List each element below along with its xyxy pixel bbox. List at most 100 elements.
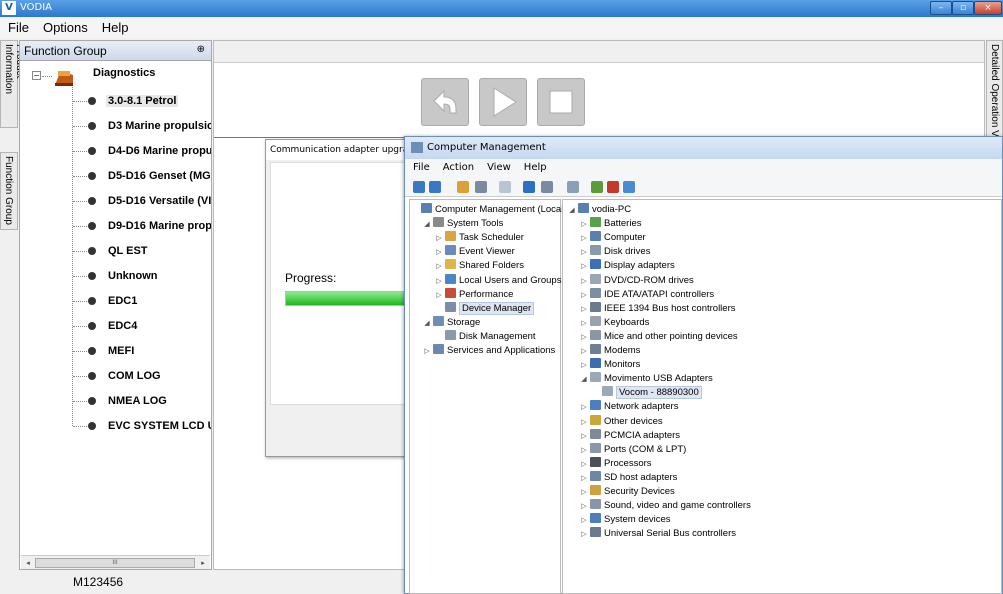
enable-device-icon[interactable] — [623, 181, 635, 193]
function-group-item[interactable]: MEFI — [20, 340, 211, 365]
tree-item[interactable]: ▷ Sound, video and game controllers — [579, 499, 751, 513]
expander-icon[interactable]: ▷ — [579, 260, 589, 274]
vodia-title-bar[interactable]: V VODIA – ▫ × — [0, 0, 1003, 17]
forward-icon[interactable] — [429, 181, 441, 193]
expander-icon[interactable]: ▷ — [579, 500, 589, 514]
properties-icon[interactable] — [499, 181, 511, 193]
function-group-item[interactable]: NMEA LOG — [20, 390, 211, 415]
tree-item[interactable]: ▷ Network adapters — [579, 400, 678, 414]
function-group-item[interactable]: D5-D16 Genset (MG — [20, 165, 211, 190]
expander-icon[interactable]: ▷ — [579, 486, 589, 500]
function-group-item[interactable]: EVC SYSTEM LCD U — [20, 415, 211, 440]
scroll-right-icon[interactable]: ▸ — [197, 557, 209, 569]
tree-item[interactable]: Vocom - 88890300 — [591, 386, 702, 400]
tree-item[interactable]: Disk Management — [434, 329, 536, 344]
expander-icon[interactable]: ▷ — [579, 528, 589, 542]
function-group-item[interactable]: COM LOG — [20, 365, 211, 390]
tree-item[interactable]: Computer Management (Local — [410, 203, 563, 217]
expander-icon[interactable]: ▷ — [579, 359, 589, 373]
tree-item[interactable]: ▷ Services and Applications — [422, 344, 555, 358]
tree-item[interactable]: ▷ Other devices — [579, 414, 663, 430]
tab-function-group[interactable]: Function Group — [0, 152, 18, 230]
computer-management-window[interactable]: Computer Management File Action View Help C… — [404, 136, 1003, 594]
expander-icon[interactable]: ▷ — [579, 232, 589, 246]
expander-icon[interactable]: ▷ — [579, 303, 589, 317]
tree-item[interactable]: ▷ Security Devices — [579, 485, 675, 499]
cm-menu-file[interactable]: File — [405, 159, 435, 173]
function-group-item[interactable]: EDC1 — [20, 290, 211, 315]
tree-item[interactable]: ▷ Batteries — [579, 217, 642, 231]
expander-icon[interactable]: ▷ — [579, 430, 589, 444]
menu-file[interactable]: File — [0, 18, 35, 35]
tree-item[interactable]: ▷ Task Scheduler — [434, 231, 524, 245]
expander-icon[interactable]: ▷ — [579, 401, 589, 415]
expander-icon[interactable]: ▷ — [434, 246, 444, 260]
scan-hardware-icon[interactable] — [567, 181, 579, 193]
up-folder-icon[interactable] — [457, 181, 469, 193]
function-group-item[interactable]: D3 Marine propulsic — [20, 115, 211, 140]
diagnostics-root-label[interactable]: Diagnostics — [93, 67, 155, 79]
tree-item[interactable]: ▷ Computer — [579, 231, 646, 245]
expander-icon[interactable]: ▷ — [579, 514, 589, 528]
function-group-item[interactable]: QL EST — [20, 240, 211, 265]
help-icon[interactable] — [523, 181, 535, 193]
expander-icon[interactable]: ▷ — [434, 260, 444, 274]
tree-item[interactable]: ▷ Universal Serial Bus controllers — [579, 527, 736, 541]
scroll-thumb[interactable]: III — [35, 558, 195, 568]
expander-icon[interactable]: ▷ — [434, 275, 444, 289]
expander-icon[interactable]: ▷ — [579, 472, 589, 486]
tree-item[interactable]: ▷ Performance — [434, 287, 513, 303]
tree-item[interactable]: ▷ IEEE 1394 Bus host controllers — [579, 301, 736, 317]
cm-menu-action[interactable]: Action — [435, 159, 479, 173]
expander-icon[interactable]: ▷ — [579, 331, 589, 345]
menu-options[interactable]: Options — [35, 18, 94, 35]
tree-item[interactable]: ▷ DVD/CD-ROM drives — [579, 273, 694, 289]
expander-icon[interactable]: ▷ — [579, 246, 589, 260]
tree-item[interactable]: ▷ Modems — [579, 344, 640, 358]
expander-icon[interactable]: ▷ — [434, 289, 444, 303]
tree-item[interactable]: ▷ Event Viewer — [434, 245, 515, 259]
back-icon[interactable] — [413, 181, 425, 193]
uninstall-icon[interactable] — [607, 181, 619, 193]
function-group-item[interactable]: D4-D6 Marine propu — [20, 140, 211, 165]
tree-item[interactable]: ▷ Mice and other pointing devices — [579, 329, 738, 345]
pin-icon[interactable]: ⊕ — [197, 44, 205, 55]
tab-product-information[interactable]: Product Information — [0, 40, 25, 128]
function-group-item[interactable]: 3.0-8.1 Petrol — [20, 90, 211, 115]
expander-icon[interactable]: ▷ — [579, 345, 589, 359]
tree-item[interactable]: ▷ Monitors — [579, 358, 640, 372]
tree-item[interactable]: ▷ Processors — [579, 456, 652, 472]
function-group-item[interactable]: Unknown — [20, 265, 211, 290]
view-icon[interactable] — [541, 181, 553, 193]
expander-icon[interactable]: ◢ — [567, 204, 577, 218]
expander-icon[interactable]: ◢ — [422, 218, 432, 232]
expander-icon[interactable]: ▷ — [579, 289, 589, 303]
menu-help[interactable]: Help — [94, 18, 135, 35]
cm-title-bar[interactable]: Computer Management — [405, 137, 1002, 159]
scroll-left-icon[interactable]: ◂ — [22, 557, 34, 569]
function-group-item[interactable]: D9-D16 Marine prop — [20, 215, 211, 240]
tree-item[interactable]: ◢ Movimento USB Adapters — [579, 372, 713, 386]
maximize-button[interactable]: ▫ — [952, 1, 974, 15]
cm-menu-view[interactable]: View — [479, 159, 516, 173]
update-driver-icon[interactable] — [591, 181, 603, 193]
tree-item[interactable]: ▷ SD host adapters — [579, 470, 677, 486]
tree-item[interactable]: ▷ System devices — [579, 513, 671, 527]
stop-button[interactable] — [537, 78, 585, 126]
tree-item[interactable]: ▷ Keyboards — [579, 315, 649, 330]
tree-item[interactable]: ▷ Local Users and Groups — [434, 273, 561, 289]
tree-item[interactable]: ◢ vodia-PC — [567, 203, 631, 217]
show-hide-tree-icon[interactable] — [475, 181, 487, 193]
tree-item[interactable]: Device Manager — [434, 301, 535, 316]
function-group-item[interactable]: EDC4 — [20, 315, 211, 340]
expander-icon[interactable]: ▷ — [579, 275, 589, 289]
expander-icon[interactable]: ◢ — [422, 317, 432, 331]
expander-icon[interactable]: ▷ — [434, 232, 444, 246]
tree-item[interactable]: ▷ Disk drives — [579, 245, 650, 259]
play-button[interactable] — [479, 78, 527, 126]
expander-icon[interactable]: ▷ — [579, 218, 589, 232]
tree-item[interactable]: ▷ PCMCIA adapters — [579, 428, 680, 444]
expander-icon[interactable]: ▷ — [579, 458, 589, 472]
tree-item[interactable]: ▷ Shared Folders — [434, 259, 524, 273]
expander-icon[interactable]: ▷ — [579, 416, 589, 430]
